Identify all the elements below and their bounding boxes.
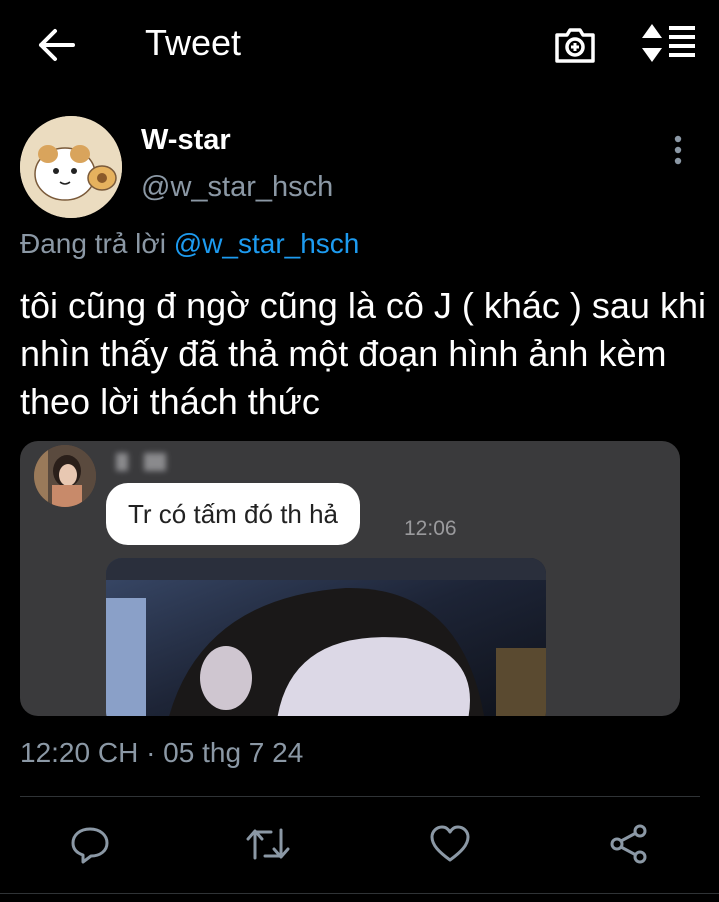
chat-photo-image <box>106 558 546 716</box>
blurred-name <box>116 453 128 471</box>
tweet-timestamp: 12:20 CH · 05 thg 7 24 <box>20 737 304 768</box>
more-vertical-icon <box>674 135 682 165</box>
chat-message-bubble: Tr có tấm đó th hả <box>106 483 361 545</box>
tweet-media[interactable]: Tr có tấm đó th hả 12:06 <box>20 441 680 716</box>
chat-avatar <box>34 445 96 507</box>
divider <box>20 796 700 797</box>
reply-button[interactable] <box>66 820 114 868</box>
avatar[interactable] <box>20 116 122 218</box>
reply-mention-link[interactable]: @w_star_hsch <box>174 228 360 259</box>
sort-button[interactable] <box>638 20 700 66</box>
camera-button[interactable] <box>552 22 598 68</box>
arrow-left-icon <box>39 29 75 61</box>
reply-icon <box>71 827 109 864</box>
top-bar: Tweet <box>0 0 719 90</box>
tweet-text: tôi cũng đ ngờ cũng là cô J ( khác ) sau… <box>20 285 706 422</box>
camera-icon <box>555 28 595 63</box>
display-name[interactable]: W-star <box>141 124 231 157</box>
sort-icon <box>642 24 695 62</box>
heart-icon <box>430 825 470 862</box>
more-options-button[interactable] <box>660 130 696 170</box>
hamster-avatar-image <box>20 116 122 218</box>
retweet-button[interactable] <box>244 820 292 868</box>
share-button[interactable] <box>605 820 653 868</box>
back-button[interactable] <box>32 24 78 66</box>
retweet-icon <box>246 828 290 860</box>
chat-avatar-image <box>34 445 96 507</box>
chat-photo <box>106 558 546 716</box>
share-icon <box>610 824 647 864</box>
username[interactable]: @w_star_hsch <box>141 171 333 204</box>
reply-context: Đang trả lời @w_star_hsch <box>20 228 359 260</box>
page-title: Tweet <box>145 22 242 63</box>
chat-message-time: 12:06 <box>404 517 457 540</box>
reply-prefix: Đang trả lời <box>20 228 166 259</box>
blurred-name <box>144 453 166 471</box>
divider <box>0 893 719 894</box>
chat-message-text: Tr có tấm đó th hả <box>128 498 339 529</box>
like-button[interactable] <box>426 820 474 868</box>
